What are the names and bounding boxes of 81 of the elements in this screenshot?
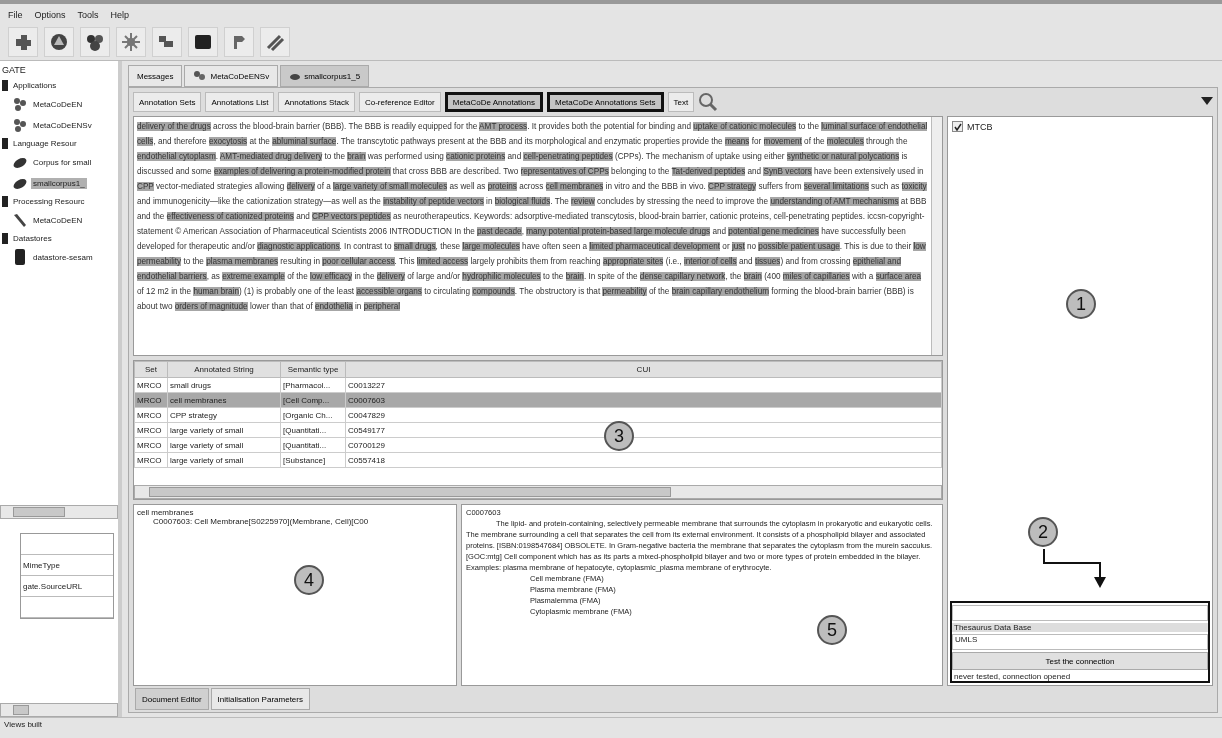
table-cell: MRCO: [134, 377, 168, 393]
table-cell: gate.SourceURL: [23, 581, 83, 591]
table-cell: [Quantitati...: [280, 422, 346, 438]
search-icon[interactable]: [698, 92, 719, 112]
tree-item[interactable]: Applications: [11, 80, 59, 91]
menu-item[interactable]: Options: [34, 10, 66, 20]
viewer-button[interactable]: Annotation Sets: [133, 92, 202, 112]
tree-item[interactable]: Corpus for small: [31, 156, 94, 168]
tree-item[interactable]: MetaCoDeENSv: [31, 119, 94, 131]
tree-item[interactable]: Processing Resourc: [11, 196, 87, 207]
connection-status: never tested, connection opened: [953, 672, 1072, 681]
database-icon: [12, 249, 28, 265]
scrollbar[interactable]: [134, 485, 942, 499]
menu-item[interactable]: File: [8, 10, 23, 20]
table-cell: C0013227: [345, 377, 942, 393]
tab[interactable]: Document Editor: [135, 688, 209, 710]
table-cell: large variety of small: [167, 452, 281, 468]
callout-number: 5: [817, 615, 847, 645]
tree-item[interactable]: Language Resour: [11, 138, 79, 149]
tree-item[interactable]: smallcorpus1_: [31, 177, 87, 189]
viewer-button[interactable]: Annotations Stack: [278, 92, 355, 112]
table-cell: large variety of small: [167, 437, 281, 453]
node-marker-icon: [2, 196, 8, 207]
menu-item[interactable]: Tools: [77, 10, 99, 20]
cluster-icon[interactable]: [80, 27, 110, 57]
tree-item[interactable]: MetaCoDeEN: [31, 98, 85, 110]
tree-item[interactable]: MetaCoDeEN: [31, 214, 85, 226]
tab[interactable]: Messages: [128, 65, 183, 87]
table-cell: [Quantitati...: [280, 437, 346, 453]
menu-item[interactable]: Help: [110, 10, 130, 20]
field-label: Thesaurus Data Base: [952, 623, 1208, 632]
table-cell: C0557418: [345, 452, 942, 468]
scrollbar[interactable]: [0, 505, 118, 519]
viewer-button[interactable]: Text: [667, 92, 695, 112]
tab[interactable]: Initialisation Parameters: [210, 688, 310, 710]
tree-root[interactable]: GATE: [2, 65, 116, 75]
table-cell: MRCO: [134, 452, 168, 468]
column-header[interactable]: CUI: [345, 361, 942, 378]
scrollbar[interactable]: [0, 703, 118, 717]
box-icon[interactable]: [188, 27, 218, 57]
status-text: Views built: [0, 717, 1222, 738]
viewer-button[interactable]: Annotations List: [205, 92, 275, 112]
set-label: MTCB: [967, 121, 993, 132]
test-connection-button[interactable]: Test the connection: [952, 652, 1208, 670]
input-field[interactable]: UMLS: [952, 634, 1208, 650]
node-marker-icon: [2, 138, 8, 149]
viewer-button[interactable]: MetaCoDe Annotations Sets: [547, 92, 664, 112]
tree-item[interactable]: Datastores: [11, 233, 54, 244]
callout-number: 1: [1066, 289, 1096, 319]
column-header[interactable]: Semantic type: [280, 361, 346, 378]
dropdown-arrow-icon[interactable]: [1201, 97, 1213, 107]
column-header[interactable]: Annotated String: [167, 361, 281, 378]
table-cell: [Pharmacol...: [280, 377, 346, 393]
sun-icon[interactable]: [116, 27, 146, 57]
table-cell: MimeType: [23, 560, 60, 570]
callout-number: 4: [294, 565, 324, 595]
table-cell: MRCO: [134, 422, 168, 438]
table-cell: [Organic Ch...: [280, 407, 346, 423]
node-marker-icon: [2, 233, 8, 244]
table-cell: MRCO: [134, 407, 168, 423]
tree-item[interactable]: C0007603: Cell Membrane[S0225970](Membrane, Cell)[C00: [137, 517, 453, 526]
column-header[interactable]: Set: [134, 361, 168, 378]
tab[interactable]: smallcorpus1_5: [280, 65, 370, 87]
table-cell: [Substance]: [280, 452, 346, 468]
tree-item[interactable]: datastore-sesam: [31, 251, 95, 263]
viewer-button[interactable]: MetaCoDe Annotations: [444, 92, 543, 112]
table-cell: large variety of small: [167, 422, 281, 438]
table-cell: small drugs: [167, 377, 281, 393]
table-cell: MRCO: [134, 437, 168, 453]
table-cell: CPP strategy: [167, 407, 281, 423]
wrench-icon: [12, 212, 28, 228]
input-field[interactable]: [952, 605, 1208, 621]
checkbox[interactable]: [952, 121, 963, 132]
callout-number: 2: [1028, 517, 1058, 547]
tab[interactable]: MetaCoDeENSv: [184, 65, 279, 87]
tree-item[interactable]: cell membranes: [137, 508, 453, 517]
node-marker-icon: [2, 80, 8, 91]
scrollbar[interactable]: [931, 117, 942, 355]
viewer-button[interactable]: Co-reference Editor: [358, 92, 441, 112]
table-cell: C0047829: [345, 407, 942, 423]
callout-arrow: [1042, 549, 1106, 589]
